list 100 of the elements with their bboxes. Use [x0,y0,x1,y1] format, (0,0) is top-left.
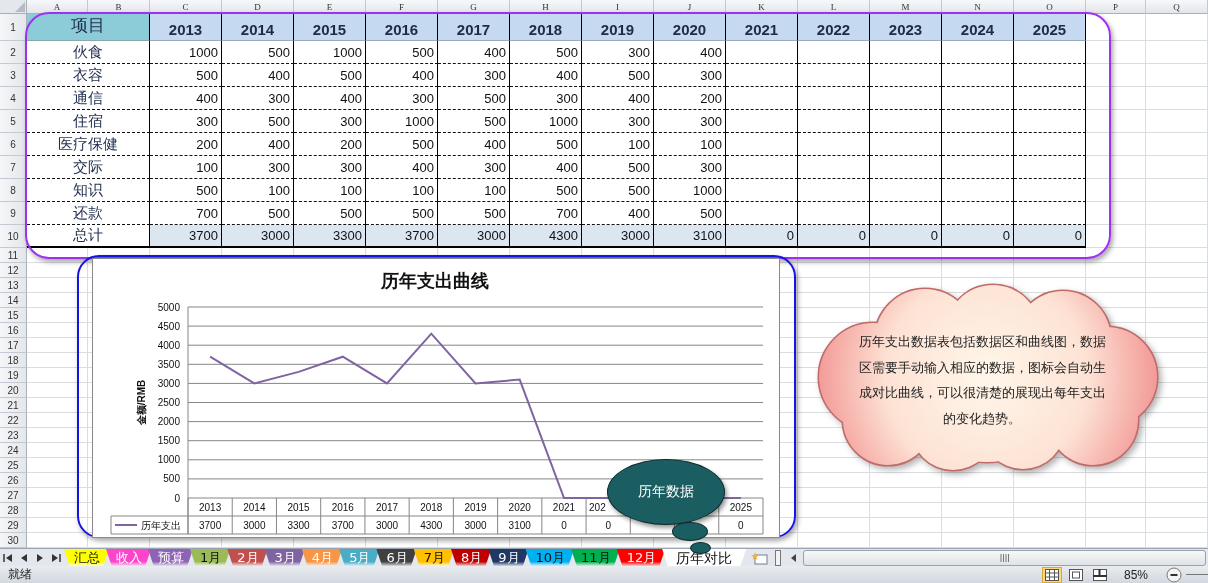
page-layout-icon[interactable] [1068,568,1083,581]
total-cell: 3000 [222,225,294,248]
sheet-tab[interactable]: 8月 [450,549,492,567]
row-header[interactable]: 28 [0,503,27,518]
row-header[interactable]: 23 [0,428,27,443]
category-label: 2014 [243,502,266,513]
total-cell: 3100 [654,225,726,248]
sheet-tab[interactable]: 12月 [616,549,666,567]
column-header-cell: 2015 [294,14,366,41]
axis-tick-label: 3000 [157,377,180,389]
table-cell: 100 [150,156,222,179]
data-value-label: 3000 [375,520,399,531]
row-header[interactable]: 21 [0,398,27,413]
row-header[interactable]: 16 [0,323,27,338]
first-sheet-icon[interactable] [2,552,14,564]
page-break-icon[interactable] [1092,568,1107,581]
column-header[interactable]: A [27,0,88,14]
table-cell: 700 [150,202,222,225]
axis-tick-label: 1500 [157,435,180,447]
zoom-level[interactable]: 85% [1123,567,1148,582]
table-cell: 500 [150,179,222,202]
sheet-tab[interactable]: 1月 [190,549,231,567]
table-cell: 300 [222,87,294,110]
row-header[interactable]: 20 [0,383,27,398]
row-header[interactable]: 7 [0,156,27,179]
sheet-tab[interactable]: 汇总 [64,549,109,567]
data-value-label: 3000 [464,520,487,531]
sheet-tab[interactable]: 9月 [488,549,529,567]
table-cell: 500 [582,179,654,202]
sheet-tab[interactable]: 7月 [413,549,454,567]
tab-splitter-handle[interactable] [775,550,782,566]
table-cell: 300 [294,110,366,133]
row-header[interactable]: 17 [0,338,27,353]
sheet-tab[interactable]: 2月 [227,549,268,567]
table-cell: 1000 [294,41,366,64]
column-header[interactable]: Q [1146,0,1208,14]
row-header[interactable]: 26 [0,473,27,488]
table-cell: 500 [510,179,582,202]
table-cell: 400 [438,41,510,64]
row-header[interactable]: 25 [0,458,27,473]
row-header[interactable]: 5 [0,110,27,133]
table-cell: 500 [654,202,726,225]
row-header[interactable]: 14 [0,293,27,308]
row-header[interactable]: 11 [0,248,27,263]
row-header[interactable]: 24 [0,443,27,458]
table-cell: 300 [654,64,726,87]
row-header[interactable]: 12 [0,263,27,278]
data-value-label: 3300 [287,520,310,531]
row-header[interactable]: 13 [0,278,27,293]
axis-title: 金额/RMB [136,379,147,426]
row-header[interactable]: 1 [0,14,27,41]
grid-view-icon[interactable] [1044,568,1059,581]
table-cell: 700 [510,202,582,225]
sheet-tab[interactable]: 历年对比 [662,549,747,567]
row-header[interactable]: 9 [0,202,27,225]
sheet-tab[interactable]: 11月 [571,549,620,567]
table-cell: 500 [294,202,366,225]
zoom-out-icon[interactable] [1166,566,1182,583]
total-cell: 0 [870,225,942,248]
row-header[interactable]: 27 [0,488,27,503]
table-cell: 400 [294,87,366,110]
row-header[interactable]: 30 [0,533,27,548]
sheet-tab[interactable]: 预算 [148,549,193,567]
row-header[interactable]: 3 [0,64,27,87]
total-cell: 0 [798,225,870,248]
table-cell: 500 [510,41,582,64]
row-header[interactable]: 10 [0,225,27,248]
column-header-cell: 2018 [510,14,582,41]
table-cell: 1000 [150,41,222,64]
row-header[interactable]: 22 [0,413,27,428]
row-label: 伙食 [27,41,150,64]
table-cell: 100 [582,133,654,156]
column-header[interactable]: P [1086,0,1146,14]
row-header[interactable]: 6 [0,133,27,156]
table-cell: 100 [222,179,294,202]
row-label: 衣容 [27,64,150,87]
total-cell: 3700 [366,225,438,248]
row-header[interactable]: 19 [0,368,27,383]
table-cell: 1000 [510,110,582,133]
row-header[interactable]: 2 [0,41,27,64]
table-cell: 400 [366,64,438,87]
category-label: 2016 [331,502,354,513]
row-header[interactable]: 4 [0,87,27,110]
column-header-cell: 2013 [150,14,222,41]
row-header[interactable]: 8 [0,179,27,202]
sheet-tab[interactable]: 3月 [264,549,305,567]
table-cell: 500 [222,110,294,133]
category-label: 2021 [552,502,576,513]
last-sheet-icon[interactable] [50,552,62,564]
scrollbar-thumb[interactable] [803,550,1206,566]
row-label: 医疗保健 [27,133,150,156]
sheet-tab[interactable]: 10月 [525,549,575,567]
row-header[interactable]: 15 [0,308,27,323]
row-header[interactable]: 29 [0,518,27,533]
table-cell: 400 [582,87,654,110]
sheet-tab[interactable]: 6月 [376,549,417,567]
table-cell: 300 [582,41,654,64]
table-cell: 400 [366,156,438,179]
table-cell: 500 [366,202,438,225]
row-header[interactable]: 18 [0,353,27,368]
